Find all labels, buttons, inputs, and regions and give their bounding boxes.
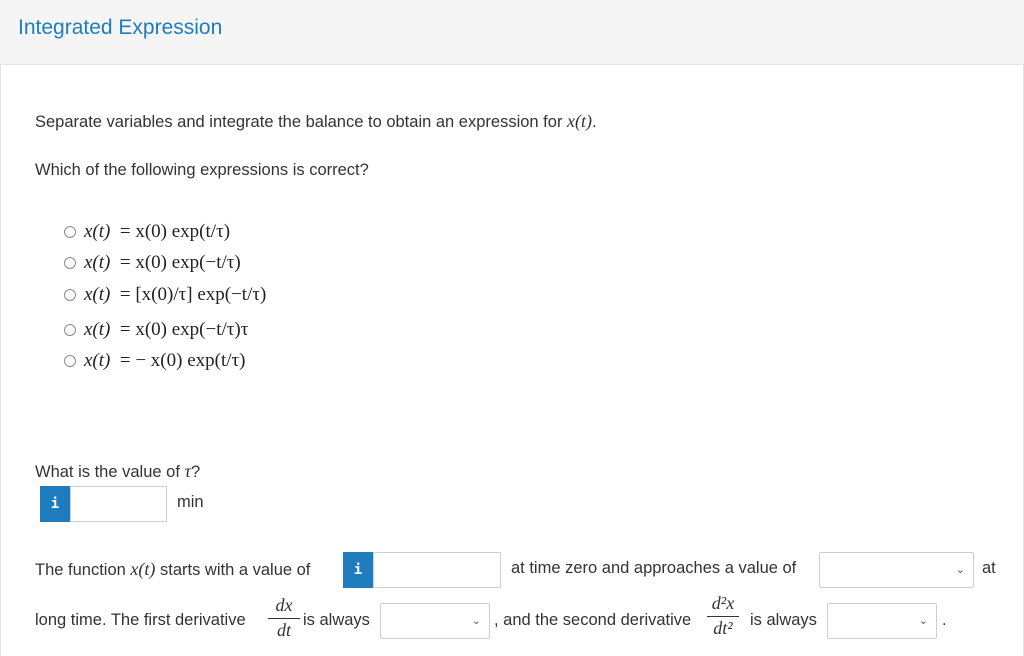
intro-suffix: . <box>592 113 597 131</box>
q3-text-7: , and the second derivative <box>494 611 692 629</box>
option-2-rhs: = x(0) exp(−t/τ) <box>119 252 241 273</box>
q3-text-3: at time zero and approaches a value of <box>511 559 797 577</box>
radio-4[interactable] <box>64 324 76 336</box>
radio-1[interactable] <box>64 226 76 238</box>
q3-text-9: . <box>942 611 947 629</box>
fraction-bar <box>707 616 739 617</box>
radio-2[interactable] <box>64 257 76 269</box>
q3-text-5: long time. The first derivative <box>35 611 246 629</box>
tau-unit: min <box>177 493 204 511</box>
chevron-down-icon: ⌄ <box>918 614 928 627</box>
intro-text: Separate variables and integrate the bal… <box>35 111 597 132</box>
q3-text1: The function <box>35 561 126 579</box>
second-derivative: d²x dt² <box>707 594 739 639</box>
page-header: Integrated Expression <box>0 0 1024 65</box>
option-4[interactable]: x(t) = x(0) exp(−t/τ)τ <box>64 318 248 342</box>
option-3[interactable]: x(t) = [x(0)/τ] exp(−t/τ) <box>64 283 266 307</box>
deriv2-num: d²x <box>711 593 735 613</box>
chevron-down-icon: ⌄ <box>955 563 965 576</box>
info-icon[interactable]: i <box>40 486 70 522</box>
first-derivative: dx dt <box>268 596 300 641</box>
option-2[interactable]: x(t) = x(0) exp(−t/τ) <box>64 251 241 275</box>
second-derivative-select[interactable]: ⌄ <box>827 603 937 639</box>
option-2-lhs: x(t) <box>84 252 111 273</box>
question2-suffix: ? <box>190 463 201 481</box>
radio-3[interactable] <box>64 289 76 301</box>
q3-text-1: The function x(t) starts with a value of <box>35 559 310 580</box>
q3-text2: starts with a value of <box>159 561 311 579</box>
question1-prompt: Which of the following expressions is co… <box>35 161 369 179</box>
question2-prefix: What is the value of <box>35 463 180 481</box>
left-border <box>0 65 1 656</box>
limit-select[interactable]: ⌄ <box>819 552 974 588</box>
fraction-bar <box>268 618 300 619</box>
option-5-lhs: x(t) <box>84 350 111 371</box>
first-derivative-select[interactable]: ⌄ <box>380 603 490 639</box>
intro-prefix: Separate variables and integrate the bal… <box>35 113 563 131</box>
deriv1-num: dx <box>275 595 293 615</box>
option-1-lhs: x(t) <box>84 221 111 242</box>
intro-var: x(t) <box>567 111 593 131</box>
q3-text-4: at <box>982 559 996 577</box>
option-4-lhs: x(t) <box>84 319 111 340</box>
option-4-rhs: = x(0) exp(−t/τ)τ <box>119 319 249 340</box>
option-1[interactable]: x(t) = x(0) exp(t/τ) <box>64 220 230 244</box>
option-5[interactable]: x(t) = − x(0) exp(t/τ) <box>64 349 246 373</box>
start-value-input[interactable] <box>373 552 501 588</box>
q3-var: x(t) <box>130 559 156 579</box>
deriv1-den: dt <box>276 620 291 640</box>
radio-5[interactable] <box>64 355 76 367</box>
tau-input[interactable] <box>70 486 167 522</box>
option-1-rhs: = x(0) exp(t/τ) <box>119 221 231 242</box>
q3-text-8: is always <box>750 611 817 629</box>
option-3-lhs: x(t) <box>84 284 111 305</box>
info-icon[interactable]: i <box>343 552 373 588</box>
chevron-down-icon: ⌄ <box>471 614 481 627</box>
option-5-rhs: = − x(0) exp(t/τ) <box>119 350 246 371</box>
question2-prompt: What is the value of τ? <box>35 461 200 482</box>
option-3-rhs: = [x(0)/τ] exp(−t/τ) <box>119 284 267 305</box>
q3-text-6: is always <box>303 611 370 629</box>
page-title: Integrated Expression <box>18 16 223 39</box>
deriv2-den: dt² <box>713 618 733 638</box>
